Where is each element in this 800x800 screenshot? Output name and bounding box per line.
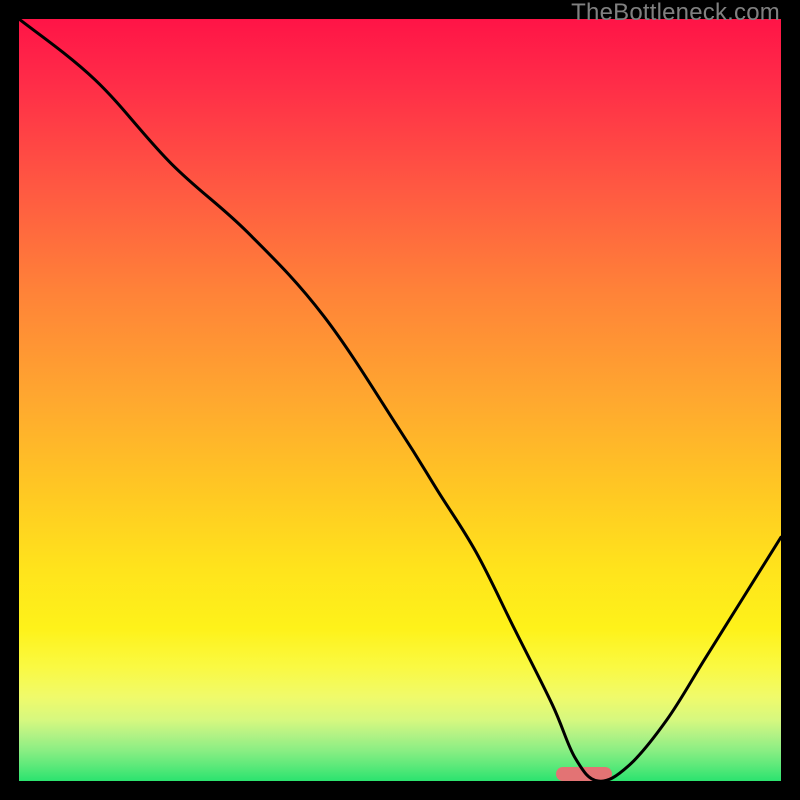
gradient-background	[19, 19, 781, 781]
chart-plot-area	[19, 19, 781, 781]
bottleneck-marker	[556, 767, 612, 781]
watermark-label: TheBottleneck.com	[571, 0, 780, 25]
chart-frame: TheBottleneck.com	[0, 0, 800, 800]
